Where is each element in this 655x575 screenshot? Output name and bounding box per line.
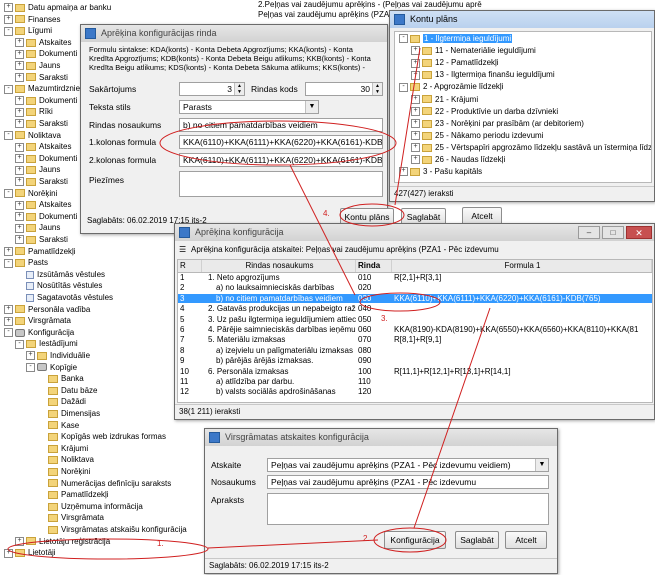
ellipse-step-3 xyxy=(359,292,441,312)
ellipse-step-4 xyxy=(339,203,405,227)
connector-1-2 xyxy=(207,539,379,549)
ellipse-step-1 xyxy=(7,538,209,560)
connector-3-formulas xyxy=(289,164,356,296)
connector-2-3 xyxy=(413,307,491,529)
annotation-overlay xyxy=(7,47,491,560)
ellipse-step-2 xyxy=(373,527,447,553)
ellipse-formulas xyxy=(159,120,397,166)
connector-4-kontu xyxy=(394,47,421,206)
